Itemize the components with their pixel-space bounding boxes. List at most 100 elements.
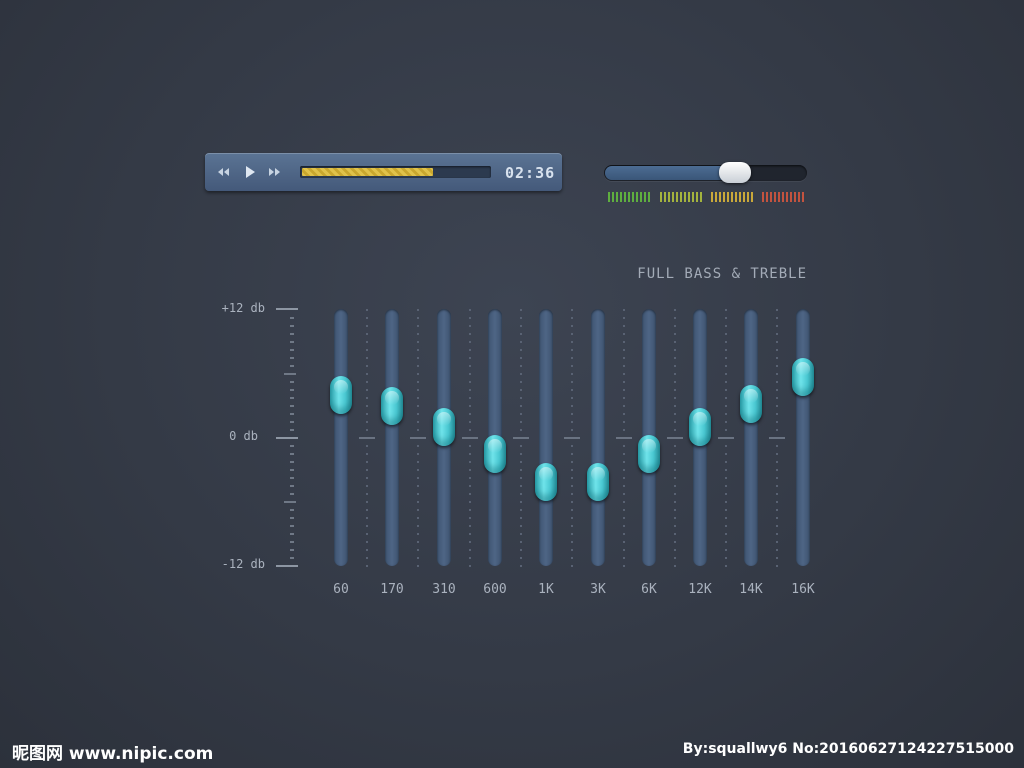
eq-guide-dot: [571, 525, 573, 527]
scale-tick-major: [276, 436, 298, 439]
rewind-button[interactable]: [214, 153, 234, 191]
meter-segment: [751, 192, 753, 202]
eq-band-60[interactable]: [330, 309, 352, 566]
eq-slider-track[interactable]: [796, 309, 810, 566]
eq-guide-dot: [725, 445, 727, 447]
volume-knob[interactable]: [719, 162, 751, 183]
eq-guide-dot: [417, 413, 419, 415]
scale-mid-label: 0 db: [229, 429, 258, 443]
eq-guide-dot: [417, 309, 419, 311]
eq-band-170[interactable]: [381, 309, 403, 566]
eq-guide-dot: [366, 349, 368, 351]
eq-guide-dot: [366, 373, 368, 375]
eq-guide-dot: [623, 477, 625, 479]
eq-guide-dot: [469, 541, 471, 543]
eq-slider-handle[interactable]: [740, 385, 762, 423]
eq-guide-dot: [571, 469, 573, 471]
meter-segment: [786, 192, 788, 202]
volume-fill: [605, 166, 736, 180]
elapsed-time: 02:36: [505, 164, 556, 182]
eq-guide-dot: [776, 549, 778, 551]
eq-guide-dot: [674, 509, 676, 511]
eq-slider-track[interactable]: [744, 309, 758, 566]
eq-band-6k[interactable]: [638, 309, 660, 566]
meter-segment: [664, 192, 666, 202]
eq-guide-dot: [674, 365, 676, 367]
eq-frequency-label: 3K: [590, 582, 606, 597]
scale-tick-minor: [284, 501, 296, 503]
volume-meter-low: [608, 192, 650, 202]
eq-guide-dot: [520, 517, 522, 519]
scale-tick-minor: [290, 525, 294, 527]
eq-guide-dot: [674, 421, 676, 423]
meter-segment: [692, 192, 694, 202]
eq-band-600[interactable]: [484, 309, 506, 566]
fast-forward-button[interactable]: [264, 153, 284, 191]
eq-zero-line: [667, 437, 683, 439]
volume-slider[interactable]: [604, 165, 807, 181]
eq-slider-track[interactable]: [591, 309, 605, 566]
meter-segment: [696, 192, 698, 202]
eq-guide-dot: [776, 565, 778, 567]
eq-guide-dot: [417, 485, 419, 487]
eq-guide-dot: [776, 333, 778, 335]
eq-guide-dot: [417, 509, 419, 511]
scale-tick-minor: [290, 549, 294, 551]
eq-guide-dot: [366, 477, 368, 479]
eq-guide-dot: [469, 309, 471, 311]
eq-guide-dot: [571, 557, 573, 559]
eq-guide-dot: [366, 357, 368, 359]
eq-slider-handle[interactable]: [689, 408, 711, 446]
eq-band-1k[interactable]: [535, 309, 557, 566]
eq-guide-dot: [571, 373, 573, 375]
eq-slider-handle[interactable]: [381, 387, 403, 425]
eq-guide-dot: [469, 557, 471, 559]
eq-band-310[interactable]: [433, 309, 455, 566]
eq-slider-handle[interactable]: [587, 463, 609, 501]
eq-guide-dot: [469, 565, 471, 567]
eq-band-3k[interactable]: [587, 309, 609, 566]
scale-tick-minor: [290, 397, 294, 399]
play-button[interactable]: [240, 153, 260, 191]
eq-slider-track[interactable]: [539, 309, 553, 566]
eq-slider-handle[interactable]: [433, 408, 455, 446]
eq-guide-dot: [366, 365, 368, 367]
eq-guide-dot: [366, 493, 368, 495]
eq-guide-dot: [725, 373, 727, 375]
meter-segment: [632, 192, 634, 202]
eq-slider-handle[interactable]: [484, 435, 506, 473]
eq-guide-dot: [366, 517, 368, 519]
eq-band-16k[interactable]: [792, 309, 814, 566]
eq-guide-dot: [520, 429, 522, 431]
eq-slider-handle[interactable]: [535, 463, 557, 501]
eq-guide-dot: [623, 509, 625, 511]
meter-segment: [739, 192, 741, 202]
eq-guide-dot: [520, 421, 522, 423]
eq-band-14k[interactable]: [740, 309, 762, 566]
eq-slider-handle[interactable]: [638, 435, 660, 473]
eq-slider-handle[interactable]: [330, 376, 352, 414]
eq-zero-line: [513, 437, 529, 439]
eq-slider-track[interactable]: [385, 309, 399, 566]
eq-guide-dot: [417, 461, 419, 463]
eq-guide-dot: [417, 477, 419, 479]
eq-guide-dot: [776, 357, 778, 359]
eq-slider-handle[interactable]: [792, 358, 814, 396]
eq-guide-dot: [725, 485, 727, 487]
meter-segment: [766, 192, 768, 202]
eq-guide-dot: [725, 541, 727, 543]
eq-guide-dot: [366, 381, 368, 383]
seek-bar[interactable]: [300, 166, 491, 178]
eq-guide-dot: [725, 309, 727, 311]
eq-guide-dot: [366, 541, 368, 543]
eq-guide-dot: [623, 381, 625, 383]
meter-segment: [715, 192, 717, 202]
eq-guide-dot: [725, 317, 727, 319]
meter-segment: [798, 192, 800, 202]
eq-guide-dot: [571, 429, 573, 431]
eq-slider-track[interactable]: [334, 309, 348, 566]
eq-guide-dot: [520, 365, 522, 367]
eq-guide-dot: [366, 405, 368, 407]
eq-frequency-label: 6K: [641, 582, 657, 597]
eq-band-12k[interactable]: [689, 309, 711, 566]
